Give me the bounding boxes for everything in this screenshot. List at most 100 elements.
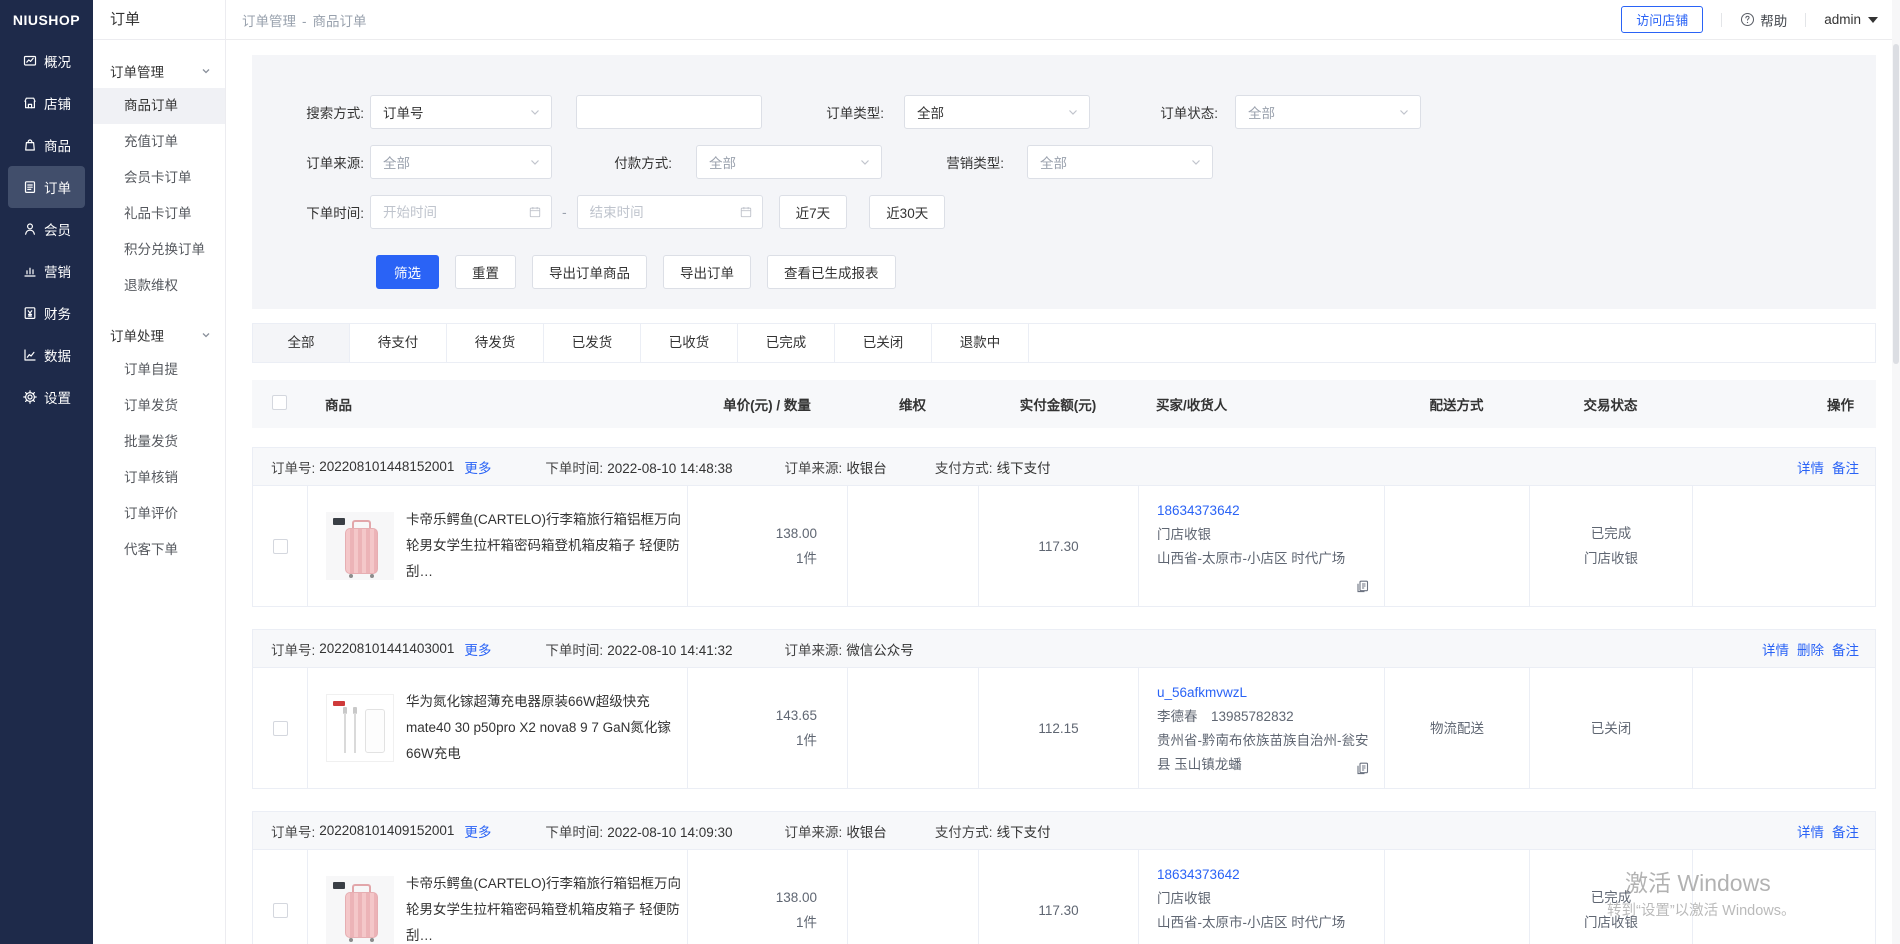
tab-refunding[interactable]: 退款中	[932, 324, 1029, 362]
submenu-item-order-review[interactable]: 订单评价	[93, 496, 225, 532]
buyer-account-link[interactable]: 18634373642	[1157, 863, 1370, 887]
select-all-checkbox[interactable]	[272, 395, 287, 410]
order-status-select[interactable]: 全部	[1235, 95, 1421, 129]
tab-to-ship[interactable]: 待发货	[447, 324, 544, 362]
submenu-item-recharge-orders[interactable]: 充值订单	[93, 124, 225, 160]
col-dispute: 维权	[847, 394, 978, 414]
order-number: 202208101441403001	[319, 641, 454, 656]
submenu-item-batch-shipping[interactable]: 批量发货	[93, 424, 225, 460]
row-checkbox[interactable]	[273, 539, 288, 554]
end-date-input[interactable]	[577, 195, 763, 229]
tab-shipped[interactable]: 已发货	[544, 324, 641, 362]
delete-link[interactable]: 删除	[1797, 639, 1824, 659]
tab-all[interactable]: 全部	[253, 324, 350, 362]
operations-cell	[1693, 850, 1875, 944]
buyer-account-link[interactable]: 18634373642	[1157, 499, 1370, 523]
submenu-item-gift-card-orders[interactable]: 礼品卡订单	[93, 196, 225, 232]
date-range-separator: -	[562, 204, 567, 220]
start-date-input[interactable]	[370, 195, 552, 229]
chevron-down-icon	[529, 156, 541, 168]
overview-icon	[22, 53, 38, 69]
order-type-label: 订单类型:	[762, 102, 894, 122]
pay-type-select[interactable]: 全部	[696, 145, 882, 179]
tab-closed[interactable]: 已关闭	[835, 324, 932, 362]
order-group-header: 订单号: 202208101448152001 更多 下单时间:2022-08-…	[253, 448, 1875, 486]
more-link[interactable]: 更多	[464, 639, 491, 659]
reset-button[interactable]: 重置	[455, 255, 516, 289]
detail-link[interactable]: 详情	[1762, 639, 1789, 659]
nav-item-orders[interactable]: 订单	[8, 166, 85, 208]
submenu-item-goods-orders[interactable]: 商品订单	[93, 88, 225, 124]
submenu-item-order-pickup[interactable]: 订单自提	[93, 352, 225, 388]
dispute-cell	[848, 850, 979, 944]
copy-address-icon[interactable]	[1355, 579, 1370, 594]
remark-link[interactable]: 备注	[1832, 457, 1859, 477]
nav-item-shop[interactable]: 店铺	[8, 82, 85, 124]
help-link[interactable]: 帮助	[1740, 10, 1787, 30]
more-link[interactable]: 更多	[464, 457, 491, 477]
tab-completed[interactable]: 已完成	[738, 324, 835, 362]
order-type-select[interactable]: 全部	[904, 95, 1090, 129]
submenu-item-member-card-orders[interactable]: 会员卡订单	[93, 160, 225, 196]
submenu-item-order-writeoff[interactable]: 订单核销	[93, 460, 225, 496]
scrollbar-track[interactable]	[1892, 0, 1900, 944]
search-mode-select[interactable]: 订单号	[370, 95, 552, 129]
submenu-item-points-orders[interactable]: 积分兑换订单	[93, 232, 225, 268]
operations-cell	[1693, 486, 1875, 606]
marketing-type-select[interactable]: 全部	[1027, 145, 1213, 179]
row-checkbox[interactable]	[273, 721, 288, 736]
row-checkbox[interactable]	[273, 903, 288, 918]
export-order-goods-button[interactable]: 导出订单商品	[532, 255, 647, 289]
tab-pending-payment[interactable]: 待支付	[350, 324, 447, 362]
col-operations: 操作	[1692, 394, 1876, 414]
submenu-item-refund-rights[interactable]: 退款维权	[93, 268, 225, 304]
nav-item-marketing[interactable]: 营销	[8, 250, 85, 292]
delivery-cell: 物流配送	[1385, 668, 1530, 788]
submenu-item-agent-order[interactable]: 代客下单	[93, 532, 225, 568]
order-source: 收银台	[846, 461, 887, 476]
nav-item-finance[interactable]: 财务	[8, 292, 85, 334]
remark-link[interactable]: 备注	[1832, 821, 1859, 841]
calendar-icon[interactable]	[529, 206, 541, 218]
remark-link[interactable]: 备注	[1832, 639, 1859, 659]
submenu-item-order-shipping[interactable]: 订单发货	[93, 388, 225, 424]
calendar-icon[interactable]	[740, 206, 752, 218]
visit-shop-button[interactable]: 访问店铺	[1621, 6, 1703, 33]
order-row: 卡帝乐鳄鱼(CARTELO)行李箱旅行箱铝框万向轮男女学生拉杆箱密码箱登机箱皮箱…	[253, 850, 1875, 944]
tab-received[interactable]: 已收货	[641, 324, 738, 362]
more-link[interactable]: 更多	[464, 821, 491, 841]
nav-item-data[interactable]: 数据	[8, 334, 85, 376]
nav-item-goods[interactable]: 商品	[8, 124, 85, 166]
submenu-group-order-management[interactable]: 订单管理	[93, 54, 225, 88]
detail-link[interactable]: 详情	[1797, 457, 1824, 477]
end-date-field[interactable]	[590, 205, 710, 220]
nav-item-overview[interactable]: 概况	[8, 40, 85, 82]
start-date-field[interactable]	[383, 205, 503, 220]
operations-cell	[1693, 668, 1875, 788]
detail-link[interactable]: 详情	[1797, 821, 1824, 841]
user-menu[interactable]: admin	[1824, 12, 1878, 27]
last-30-days-button[interactable]: 近30天	[869, 195, 945, 229]
pay-type-label: 付款方式:	[552, 152, 680, 172]
buyer-account-link[interactable]: u_56afkmvwzL	[1157, 681, 1370, 705]
order-group: 订单号: 202208101441403001 更多 下单时间:2022-08-…	[252, 629, 1876, 789]
col-price-qty: 单价(元) / 数量	[687, 394, 847, 414]
filter-button[interactable]: 筛选	[376, 255, 439, 289]
copy-address-icon[interactable]	[1355, 761, 1370, 776]
keyword-input[interactable]	[576, 95, 762, 129]
last-7-days-button[interactable]: 近7天	[779, 195, 848, 229]
scrollbar-thumb[interactable]	[1893, 44, 1899, 364]
buyer-address: 贵州省-黔南布依族苗族自治州-瓮安县 玉山镇龙蟠	[1157, 729, 1370, 777]
chevron-down-icon	[529, 106, 541, 118]
submenu-title: 订单	[93, 0, 225, 40]
content: 搜索方式: 订单号 订单类型: 全部 订单状态: 全部	[226, 40, 1900, 944]
export-orders-button[interactable]: 导出订单	[663, 255, 751, 289]
nav-item-settings[interactable]: 设置	[8, 376, 85, 418]
view-reports-button[interactable]: 查看已生成报表	[767, 255, 896, 289]
submenu-group-order-processing[interactable]: 订单处理	[93, 318, 225, 352]
col-paid-amount: 实付金额(元)	[978, 394, 1138, 414]
product-image	[326, 876, 394, 944]
nav-item-members[interactable]: 会员	[8, 208, 85, 250]
buyer-name: 门店收银	[1157, 523, 1370, 547]
order-source-select[interactable]: 全部	[370, 145, 552, 179]
